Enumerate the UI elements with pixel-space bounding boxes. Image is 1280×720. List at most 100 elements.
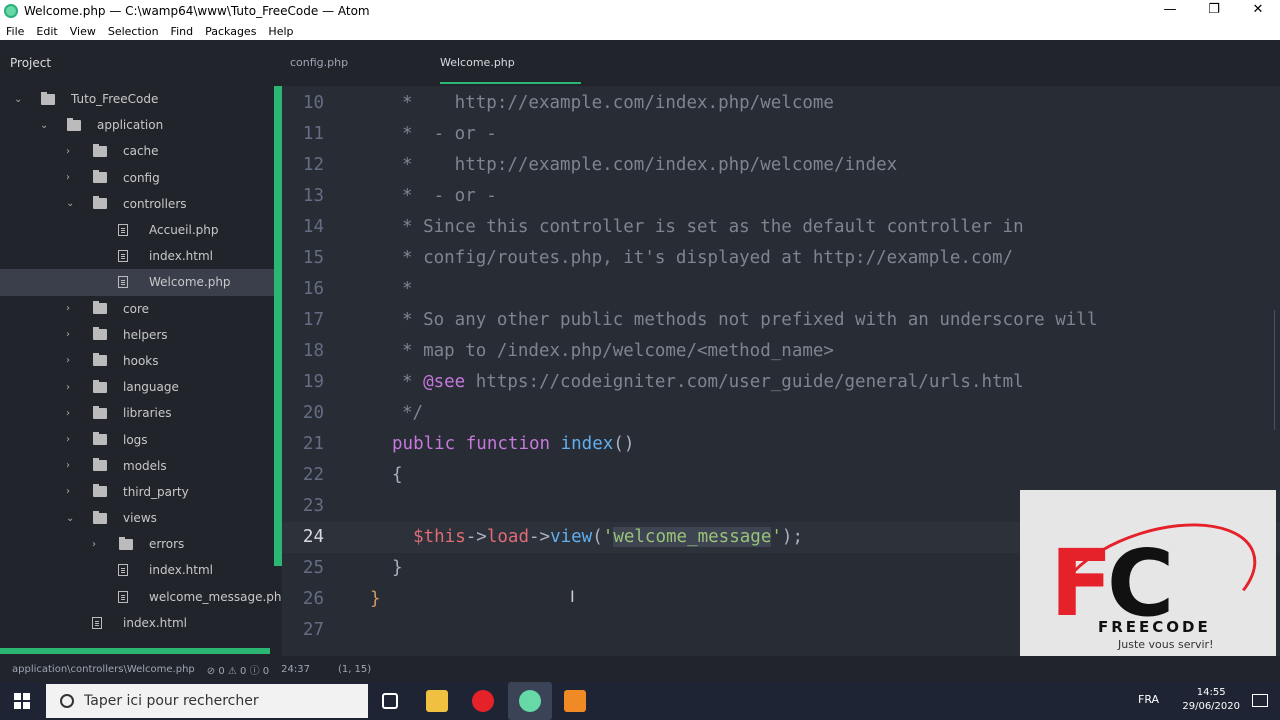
tree-folder[interactable]: › cache [0,138,282,164]
chevron-right-icon[interactable]: › [66,486,76,497]
language-indicator[interactable]: FRA [1138,693,1159,706]
chevron-right-icon[interactable]: › [66,408,76,419]
code-line[interactable]: 17 * So any other public methods not pref… [282,305,1280,336]
minimize-button[interactable]: — [1148,0,1192,22]
chevron-right-icon[interactable]: › [66,146,76,157]
tree-folder[interactable]: ⌄ controllers [0,191,282,217]
code-line[interactable]: 18 * map to /index.php/welcome/<method_na… [282,336,1280,367]
maximize-button[interactable]: ❐ [1192,0,1236,22]
tree-folder[interactable]: › errors [0,531,282,557]
file-explorer-icon[interactable] [426,690,448,712]
tree-folder[interactable]: › third_party [0,479,282,505]
code-line[interactable]: 12 * http://example.com/index.php/welcome… [282,150,1280,181]
menu-selection[interactable]: Selection [102,25,165,38]
tree-item-label: errors [149,537,185,552]
code-line[interactable]: 22 { [282,460,1280,491]
menu-file[interactable]: File [0,25,30,38]
chevron-right-icon[interactable]: › [92,539,102,550]
chevron-down-icon[interactable]: ⌄ [40,120,50,131]
line-number: 13 [302,186,324,206]
chevron-right-icon[interactable]: › [66,172,76,183]
chevron-right-icon[interactable]: › [66,329,76,340]
taskbar-clock[interactable]: 14:55 29/06/2020 [1182,686,1240,714]
atom-taskbar-button[interactable] [508,682,552,720]
active-tab-indicator [440,82,581,84]
code-line[interactable]: 19 * @see https://codeigniter.com/user_gu… [282,367,1280,398]
tree-file[interactable]: Accueil.php [0,217,282,243]
tree-file[interactable]: welcome_message.php [0,584,289,610]
chevron-right-icon[interactable]: › [66,355,76,366]
sidebar-scrollbar[interactable] [274,86,282,566]
atom-icon [4,4,18,18]
tree-item-label: language [123,380,179,395]
tree-folder[interactable]: › hooks [0,348,282,374]
tree-file[interactable]: index.html [0,557,282,583]
code-line[interactable]: 14 * Since this controller is set as the … [282,212,1280,243]
tree-file[interactable]: index.html [0,610,282,636]
tab-config-php[interactable]: config.php [290,56,348,69]
code-line[interactable]: 21 public function index() [282,429,1280,460]
menu-help[interactable]: Help [262,25,299,38]
tree-folder[interactable]: › helpers [0,322,282,348]
tree-item-label: index.html [123,615,187,630]
line-number: 19 [302,372,324,392]
line-number: 24 [302,527,324,547]
clock-time: 14:55 [1196,687,1226,698]
sidebar-horizontal-scrollbar[interactable] [0,648,270,654]
file-icon [92,616,102,629]
tree-file[interactable]: index.html [0,243,282,269]
status-diagnostics[interactable]: ⊘ 0 ⚠ 0 ⓘ 0 [207,662,269,677]
chevron-down-icon[interactable]: ⌄ [14,94,24,105]
taskbar-search-input[interactable]: Taper ici pour rechercher [46,684,368,718]
close-button[interactable]: ✕ [1236,0,1280,22]
status-cursor-position[interactable]: 24:37 [281,664,310,675]
code-line[interactable]: 16 * [282,274,1280,305]
code-line[interactable]: 10 * http://example.com/index.php/welcome [282,88,1280,119]
notification-icon[interactable] [1252,694,1268,707]
windows-taskbar: Taper ici pour rechercher FRA 14:55 29/0… [0,682,1280,720]
chevron-down-icon[interactable]: ⌄ [66,513,76,524]
folder-icon [119,536,133,550]
code-text: * map to /index.php/welcome/<method_name… [402,341,834,361]
tree-folder[interactable]: ⌄ application [0,112,282,138]
file-icon [118,590,128,603]
tree-folder[interactable]: ⌄ Tuto_FreeCode [0,86,282,112]
tree-folder[interactable]: ⌄ views [0,505,282,531]
code-line[interactable]: 13 * - or - [282,181,1280,212]
file-icon [118,250,128,263]
tree-item-label: cache [123,144,159,159]
menu-view[interactable]: View [64,25,102,38]
tree-folder[interactable]: › logs [0,426,282,452]
line-number: 26 [302,589,324,609]
chevron-right-icon[interactable]: › [66,303,76,314]
chevron-right-icon[interactable]: › [66,434,76,445]
tree-folder[interactable]: › language [0,374,282,400]
tree-file[interactable]: Welcome.php [0,269,282,296]
tree-folder[interactable]: › libraries [0,400,282,426]
menu-find[interactable]: Find [165,25,200,38]
chevron-right-icon[interactable]: › [66,460,76,471]
window-controls: — ❐ ✕ [1148,0,1280,22]
tab-welcome-php[interactable]: Welcome.php [440,56,515,69]
tree-folder[interactable]: › config [0,165,282,191]
tree-folder[interactable]: › core [0,296,282,322]
windows-start-icon[interactable] [14,693,30,709]
folder-icon [93,432,107,446]
menu-edit[interactable]: Edit [30,25,63,38]
chevron-right-icon[interactable]: › [66,382,76,393]
code-line[interactable]: 15 * config/routes.php, it's displayed at… [282,243,1280,274]
editor-scrollbar[interactable] [1274,310,1280,430]
folder-icon [93,510,107,524]
chevron-down-icon[interactable]: ⌄ [66,198,76,209]
menu-packages[interactable]: Packages [199,25,262,38]
code-line[interactable]: 20 */ [282,398,1280,429]
opera-icon[interactable] [472,690,494,712]
app-taskbar-icon[interactable] [564,690,586,712]
code-text: } [392,558,403,578]
tree-item-label: logs [123,432,148,447]
status-file-path[interactable]: application\controllers\Welcome.php [12,664,195,675]
code-line[interactable]: 11 * - or - [282,119,1280,150]
tree-folder[interactable]: › models [0,453,282,479]
task-view-icon[interactable] [382,693,398,709]
folder-icon [93,327,107,341]
